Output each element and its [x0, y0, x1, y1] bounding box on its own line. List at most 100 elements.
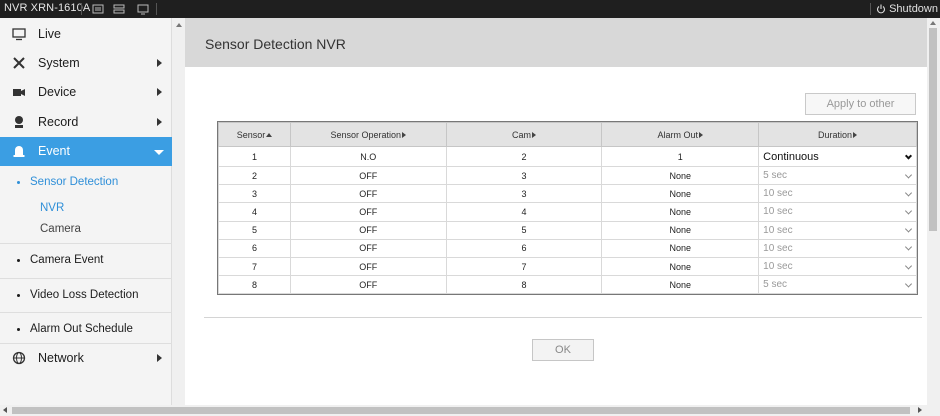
sidebar-scrollbar[interactable] [172, 18, 185, 405]
chevron-down-icon [904, 280, 913, 288]
table-row[interactable]: 8 OFF 8 None 5 sec [218, 275, 917, 295]
chevron-down-icon [904, 151, 913, 160]
cam-cell[interactable]: 3 [445, 184, 603, 204]
sidebar-sub-nvr[interactable]: NVR [40, 202, 64, 214]
table-row[interactable]: 6 OFF 6 None 10 sec [218, 238, 917, 258]
vertical-scrollbar[interactable] [927, 18, 940, 405]
alarm-out-cell[interactable]: 1 [601, 146, 760, 167]
sidebar-sub-sensor-detection[interactable]: Sensor Detection [16, 176, 118, 188]
divider [0, 278, 172, 279]
table-row[interactable]: 3 OFF 3 None 10 sec [218, 184, 917, 204]
operation-cell[interactable]: OFF [289, 202, 447, 222]
scroll-up-icon[interactable] [176, 23, 182, 27]
cam-cell[interactable]: 5 [445, 220, 603, 240]
divider [0, 243, 172, 244]
divider [204, 317, 922, 318]
table-row[interactable]: 7 OFF 7 None 10 sec [218, 256, 917, 277]
duration-select[interactable]: 10 sec [758, 256, 917, 277]
duration-select[interactable]: 10 sec [758, 238, 917, 258]
sidebar-sub-camera[interactable]: Camera [40, 223, 81, 235]
scrollbar-thumb[interactable] [929, 28, 937, 231]
sidebar-sub-camera-event[interactable]: Camera Event [17, 254, 104, 266]
sensor-cell: 4 [218, 202, 291, 222]
duration-select[interactable]: 5 sec [758, 275, 917, 295]
scroll-right-icon[interactable] [918, 407, 922, 413]
cam-cell[interactable]: 3 [445, 165, 603, 186]
horizontal-scrollbar[interactable] [0, 405, 940, 416]
operation-cell[interactable]: OFF [289, 256, 447, 277]
sidebar-item-event[interactable]: Event [0, 137, 172, 166]
table-row[interactable]: 1 N.O 2 1 Continuous [218, 146, 917, 167]
sort-icon [699, 132, 704, 139]
chevron-down-icon [904, 261, 913, 270]
sidebar-item-label: Event [38, 144, 70, 158]
cam-cell[interactable]: 2 [445, 146, 603, 167]
duration-select[interactable]: 10 sec [758, 220, 917, 240]
sidebar-item-network[interactable]: Network [0, 344, 172, 373]
column-header-cam[interactable]: Cam [445, 122, 603, 147]
scrollbar-thumb[interactable] [12, 407, 910, 414]
cam-cell[interactable]: 4 [445, 202, 603, 222]
record-icon [15, 116, 23, 128]
sensor-cell: 7 [218, 256, 291, 277]
column-header-sensor[interactable]: Sensor [218, 122, 291, 147]
operation-cell[interactable]: OFF [289, 238, 447, 258]
duration-select[interactable]: 5 sec [758, 165, 917, 186]
shutdown-label: Shutdown [889, 3, 938, 15]
column-header-duration[interactable]: Duration [758, 122, 917, 147]
apply-to-other-sensors-button[interactable]: Apply to other sensors [805, 93, 916, 130]
sensor-cell: 2 [218, 165, 291, 186]
camera-icon [13, 89, 25, 96]
shutdown-button[interactable]: Shutdown [870, 1, 940, 17]
sidebar-item-label: Live [38, 27, 61, 41]
sidebar-item-live[interactable]: Live [0, 20, 172, 49]
monitor-icon[interactable] [137, 3, 149, 15]
ok-button[interactable]: OK [532, 339, 594, 361]
duration-select[interactable]: 10 sec [758, 184, 917, 204]
scroll-left-icon[interactable] [3, 407, 7, 413]
alarm-out-cell[interactable]: None [601, 202, 760, 222]
scroll-up-icon[interactable] [930, 21, 936, 25]
alarm-out-cell[interactable]: None [601, 184, 760, 204]
cam-cell[interactable]: 6 [445, 238, 603, 258]
chevron-right-icon [157, 88, 162, 96]
chevron-down-icon [904, 225, 913, 233]
alarm-out-cell[interactable]: None [601, 275, 760, 295]
alarm-out-cell[interactable]: None [601, 165, 760, 186]
alarm-out-cell[interactable]: None [601, 238, 760, 258]
sensor-cell: 5 [218, 220, 291, 240]
chevron-down-icon [154, 150, 164, 155]
list-settings-icon[interactable] [92, 3, 104, 15]
cam-cell[interactable]: 8 [445, 275, 603, 295]
sidebar-item-record[interactable]: Record [0, 108, 172, 137]
sensor-cell: 3 [218, 184, 291, 204]
column-header-alarm-out[interactable]: Alarm Out [601, 122, 760, 147]
operation-cell[interactable]: OFF [289, 165, 447, 186]
backup-icon[interactable] [113, 3, 125, 15]
alarm-out-cell[interactable]: None [601, 220, 760, 240]
sidebar-item-system[interactable]: System [0, 49, 172, 78]
operation-cell[interactable]: OFF [289, 184, 447, 204]
sidebar-sub-video-loss[interactable]: Video Loss Detection [16, 289, 138, 301]
chevron-right-icon [157, 354, 162, 362]
sensor-cell: 1 [218, 146, 291, 167]
table-header-row: Sensor Sensor Operation Cam Alarm Out Du… [218, 122, 917, 147]
divider [0, 312, 172, 313]
operation-cell[interactable]: OFF [289, 275, 447, 295]
sidebar-item-label: Network [38, 351, 84, 365]
table-row[interactable]: 5 OFF 5 None 10 sec [218, 220, 917, 240]
cam-cell[interactable]: 7 [445, 256, 603, 277]
sidebar: Live System Device Record Event Sensor D… [0, 18, 172, 405]
table-row[interactable]: 2 OFF 3 None 5 sec [218, 165, 917, 186]
alarm-out-cell[interactable]: None [601, 256, 760, 277]
top-bar: NVR XRN-1610A Shutdown [0, 0, 940, 18]
column-header-operation[interactable]: Sensor Operation [289, 122, 447, 147]
operation-cell[interactable]: OFF [289, 220, 447, 240]
sidebar-item-device[interactable]: Device [0, 78, 172, 107]
sort-icon [402, 132, 407, 139]
duration-select[interactable]: Continuous [758, 146, 917, 167]
operation-cell[interactable]: N.O [289, 146, 447, 167]
sidebar-sub-alarm-out[interactable]: Alarm Out Schedule [17, 323, 133, 335]
table-row[interactable]: 4 OFF 4 None 10 sec [218, 202, 917, 222]
duration-select[interactable]: 10 sec [758, 202, 917, 222]
